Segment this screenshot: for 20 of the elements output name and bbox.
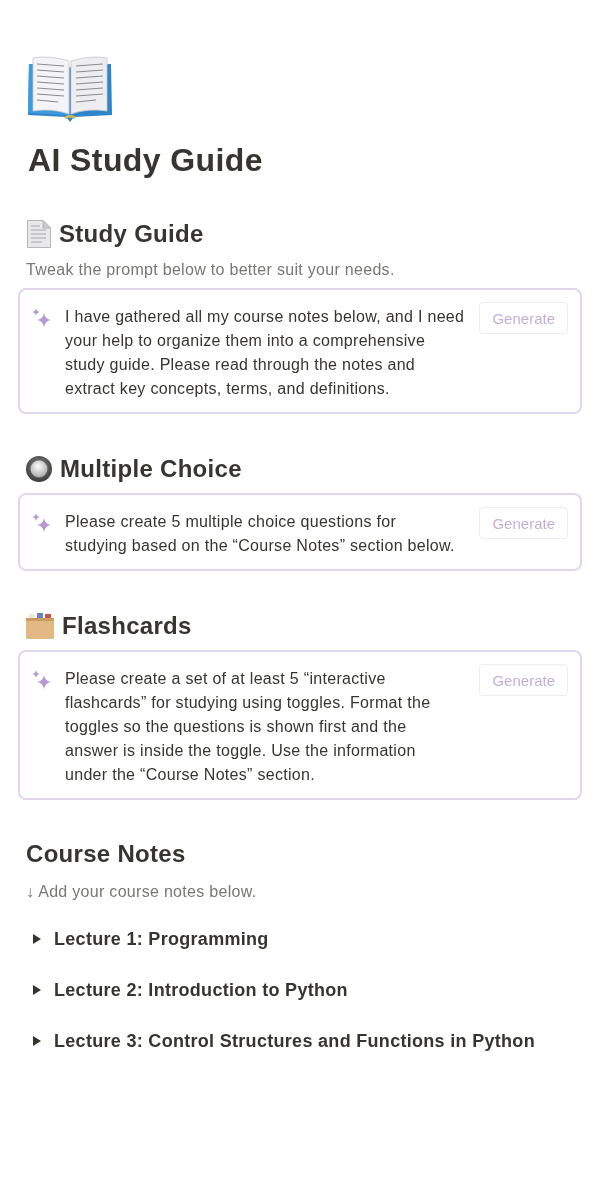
section-heading: Course Notes [26,839,187,869]
section-heading: Study Guide [59,219,204,249]
open-book-icon [28,55,112,123]
document-icon [27,220,51,248]
prompt-text: Please create 5 multiple choice questions for studying based on the “Course Notes” section below. [65,512,456,556]
sparkle-icon [32,513,52,533]
sparkle-icon [32,308,52,328]
section-heading: Flashcards [62,611,192,641]
lecture-toggle[interactable]: Lecture 2: Introduction to Python [18,976,348,1004]
notes-hint: ↓ Add your course notes below. [26,882,258,902]
lecture-toggle[interactable]: Lecture 3: Control Structures and Functions in Python [18,1027,535,1055]
sparkle-icon [32,670,52,690]
page-title: AI Study Guide [28,141,264,179]
section-heading: Multiple Choice [60,454,242,484]
prompt-text: I have gathered all my course notes below, and I need your help to organize them into a comprehensive study guide. Please read through the notes and extract key concepts, terms, and definitions. [65,307,466,399]
section-description: Tweak the prompt below to better suit your needs. [26,260,396,280]
card-file-box-icon [26,613,54,639]
prompt-text: Please create a set of at least 5 “interactive flashcards” for studying using toggles. Format the toggles so the questions is shown first and the answer is inside the toggle. Use the information under the “Course Notes” section. [65,669,432,785]
lecture-toggle[interactable]: Lecture 1: Programming [18,925,269,953]
radio-button-icon [26,456,52,482]
